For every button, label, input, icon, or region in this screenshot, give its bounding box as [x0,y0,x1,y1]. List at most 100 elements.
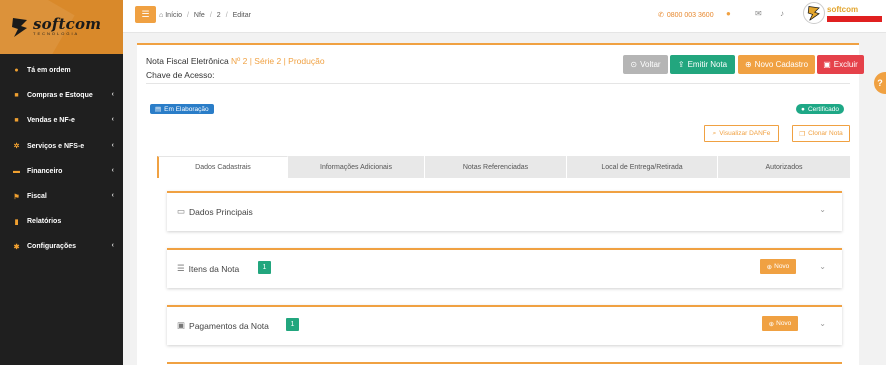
status-badge-certificado: ● Certificado [796,104,845,114]
chevron-left-icon: ‹ [111,166,114,174]
copy-icon: ❐ [799,130,806,138]
novo-pagamento-button[interactable]: ⊕ Novo [762,316,798,331]
tab-notas-referenciadas[interactable]: Notas Referenciadas [425,156,567,178]
breadcrumb-nfe[interactable]: Nfe [194,12,205,19]
sidebar-item-ta-em-ordem[interactable]: ● Tá em ordem [0,58,123,83]
mail-icon[interactable]: ✉ [755,9,762,18]
danfe-label: Visualizar DANFe [719,130,771,137]
section-header: ▣ Pagamentos da Nota [177,320,269,331]
sidebar-nav: ● Tá em ordem ■ Compras e Estoque ‹ ■ Ve… [0,54,123,260]
nf-title-text: Nota Fiscal Eletrônica [146,56,229,66]
tab-informacoes-adicionais[interactable]: Informações Adicionais [288,156,425,178]
sidebar-item-vendas[interactable]: ■ Vendas e NF-e ‹ [0,108,123,133]
sidebar-item-compras[interactable]: ■ Compras e Estoque ‹ [0,83,123,108]
sidebar-item-label: Compras e Estoque [27,92,93,100]
section-itens-da-nota[interactable]: ☰ Itens da Nota 1 ⊕ Novo ⌄ [167,248,842,288]
breadcrumb-inicio[interactable]: Início [165,12,182,19]
breadcrumb: ⌂ Início / Nfe / 2 / Editar [159,12,251,19]
lightning-avatar-icon [807,6,820,21]
voltar-label: Voltar [640,60,661,69]
money-icon: ▣ [177,320,186,330]
divider [146,83,850,84]
logo[interactable]: softcom TECNOLOGIA [0,0,123,54]
sidebar-item-label: Financeiro [27,167,63,175]
sidebar-item-fiscal[interactable]: ⚑ Fiscal ‹ [0,184,123,209]
flag-icon: ⚑ [13,193,20,201]
cart-icon: ■ [14,92,19,100]
tab-local-entrega[interactable]: Local de Entrega/Retirada [567,156,718,178]
section-title: Pagamentos da Nota [189,320,269,331]
bell-icon[interactable]: ♪ [780,9,784,18]
clonar-nota-button[interactable]: ❐ Clonar Nota [792,125,850,142]
chevron-left-icon: ‹ [111,141,114,149]
truck-icon: ■ [14,117,19,125]
phone-icon: ✆ [658,12,664,19]
sidebar-item-label: Vendas e NF-e [27,117,75,125]
circle-icon: ● [14,67,19,75]
chevron-left-icon: ‹ [111,191,114,199]
tab-dados-cadastrais[interactable]: Dados Cadastrais [157,156,288,178]
section-title: Itens da Nota [188,263,240,274]
redacted-username [827,15,882,22]
user-name: softcom [827,4,859,14]
upload-icon: ⇪ [677,60,685,69]
section-title: Dados Principais [189,206,253,217]
chart-icon: ▮ [14,218,19,226]
elaboracao-label: Em Elaboração [164,105,209,113]
novo-item-button[interactable]: ⊕ Novo [760,259,796,274]
sidebar-item-servicos[interactable]: ✲ Serviços e NFS-e ‹ [0,134,123,159]
menu-toggle-button[interactable]: ☰ [135,6,156,23]
plus-circle-icon: ⊕ [744,60,752,69]
section-pagamentos-da-nota[interactable]: ▣ Pagamentos da Nota 1 ⊕ Novo ⌄ [167,305,842,345]
sidebar-item-label: Configurações [27,243,77,251]
back-circle-icon: ⊙ [630,60,638,69]
sidebar: softcom TECNOLOGIA ● Tá em ordem ■ Compr… [0,0,123,365]
hamburger-icon: ☰ [141,9,150,19]
breadcrumb-editar: Editar [232,12,251,19]
section-header: ☰ Itens da Nota [177,263,239,274]
breadcrumb-separator: / [225,12,228,19]
lightning-logo-icon [12,18,27,37]
tab-autorizados[interactable]: Autorizados [718,156,851,178]
count-badge: 1 [258,261,271,274]
topbar: ☰ ⌂ Início / Nfe / 2 / Editar ✆ 0800 003… [123,0,886,33]
visualizar-danfe-button[interactable]: ⌕ Visualizar DANFe [704,125,779,142]
chevron-left-icon: ‹ [111,116,114,124]
home-icon: ⌂ [159,12,164,19]
novo-label: Novo [776,320,792,327]
voltar-button[interactable]: ⊙ Voltar [623,55,668,74]
help-icon: ? [877,78,883,88]
page-title: Nota Fiscal Eletrônica Nº 2 | Série 2 | … [146,56,325,66]
avatar [803,2,825,24]
sidebar-item-configuracoes[interactable]: ✱ Configurações ‹ [0,234,123,259]
chevron-down-icon[interactable]: ⌄ [819,319,826,328]
novo-cadastro-label: Novo Cadastro [754,60,809,69]
plus-circle-icon: ⊕ [768,320,775,328]
sidebar-item-relatorios[interactable]: ▮ Relatórios [0,209,123,234]
sidebar-item-financeiro[interactable]: ▬ Financeiro ‹ [0,159,123,184]
section-dados-principais[interactable]: ▭ Dados Principais ⌄ [167,191,842,231]
plus-circle-icon: ⊕ [766,263,773,271]
emitir-nota-button[interactable]: ⇪ Emitir Nota [670,55,735,74]
list-icon: ☰ [177,263,185,273]
breadcrumb-separator: / [186,12,189,19]
emitir-label: Emitir Nota [687,60,728,69]
chevron-down-icon[interactable]: ⌄ [819,262,826,271]
main-panel: Nota Fiscal Eletrônica Nº 2 | Série 2 | … [137,43,864,365]
chevron-down-icon[interactable]: ⌄ [819,205,826,214]
certificado-label: Certificado [807,105,840,113]
user-menu[interactable]: softcom [803,2,882,24]
chevron-left-icon: ‹ [111,242,114,250]
nf-subtitle: Nº 2 | Série 2 | Produção [231,56,325,66]
phone-text: 0800 003 3600 [666,11,714,19]
phone-number: ✆ 0800 003 3600 [658,11,714,20]
chat-icon[interactable]: ● [726,9,731,18]
brand-name: softcom [33,15,102,33]
help-tab[interactable]: ? [874,72,886,94]
excluir-button[interactable]: ▣ Excluir [817,55,864,74]
novo-label: Novo [774,263,790,270]
breadcrumb-id[interactable]: 2 [217,12,221,19]
novo-cadastro-button[interactable]: ⊕ Novo Cadastro [738,55,815,74]
gear-icon: ✱ [13,243,20,251]
count-badge: 1 [286,318,299,331]
